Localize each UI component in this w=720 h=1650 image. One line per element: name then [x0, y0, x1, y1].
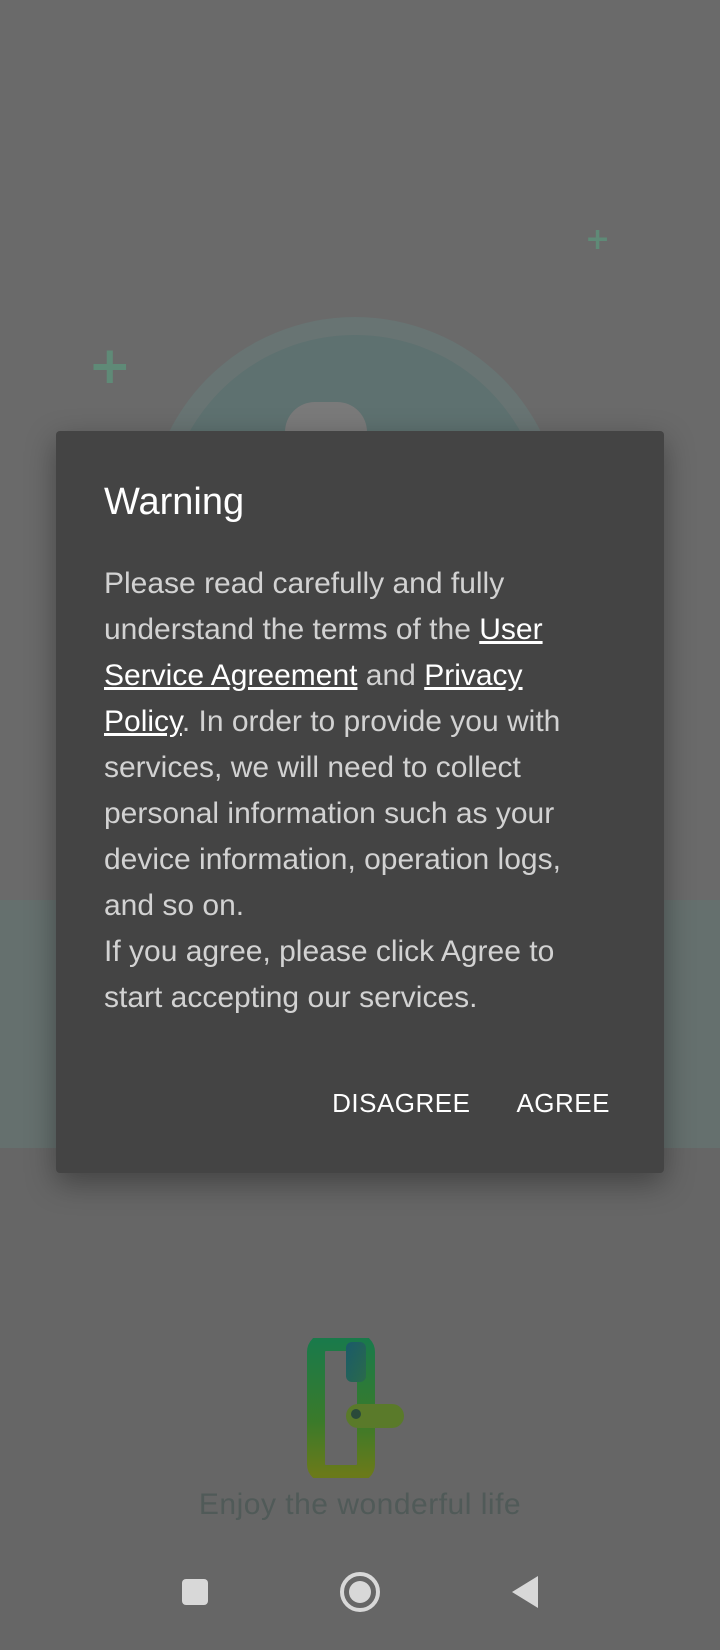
- warning-dialog: Warning Please read carefully and fully …: [56, 431, 664, 1173]
- screen: + + Enjoy the wonderful life Warning Ple…: [0, 0, 720, 1650]
- app-logo: [300, 1333, 410, 1483]
- plus-decoration-icon: +: [585, 222, 611, 257]
- message-text: If you agree, please click Agree to star…: [104, 935, 555, 1014]
- back-icon: [512, 1576, 538, 1608]
- recent-apps-icon: [182, 1579, 208, 1605]
- message-text: and: [357, 659, 425, 692]
- plus-decoration-icon: +: [88, 336, 132, 396]
- system-navigation-bar: [0, 1540, 720, 1650]
- home-icon: [340, 1572, 380, 1612]
- back-button[interactable]: [495, 1562, 555, 1622]
- home-button[interactable]: [330, 1562, 390, 1622]
- dialog-message-paragraph: If you agree, please click Agree to star…: [104, 929, 616, 1021]
- dialog-message-paragraph: Please read carefully and fully understa…: [104, 561, 616, 929]
- recent-apps-button[interactable]: [165, 1562, 225, 1622]
- dialog-message: Please read carefully and fully understa…: [104, 561, 616, 1021]
- disagree-button[interactable]: DISAGREE: [318, 1076, 484, 1131]
- message-text: Please read carefully and fully understa…: [104, 567, 505, 646]
- dialog-title: Warning: [104, 481, 245, 523]
- agree-button[interactable]: AGREE: [502, 1076, 624, 1131]
- dialog-actions: DISAGREE AGREE: [318, 1076, 624, 1131]
- app-tagline: Enjoy the wonderful life: [198, 1488, 522, 1521]
